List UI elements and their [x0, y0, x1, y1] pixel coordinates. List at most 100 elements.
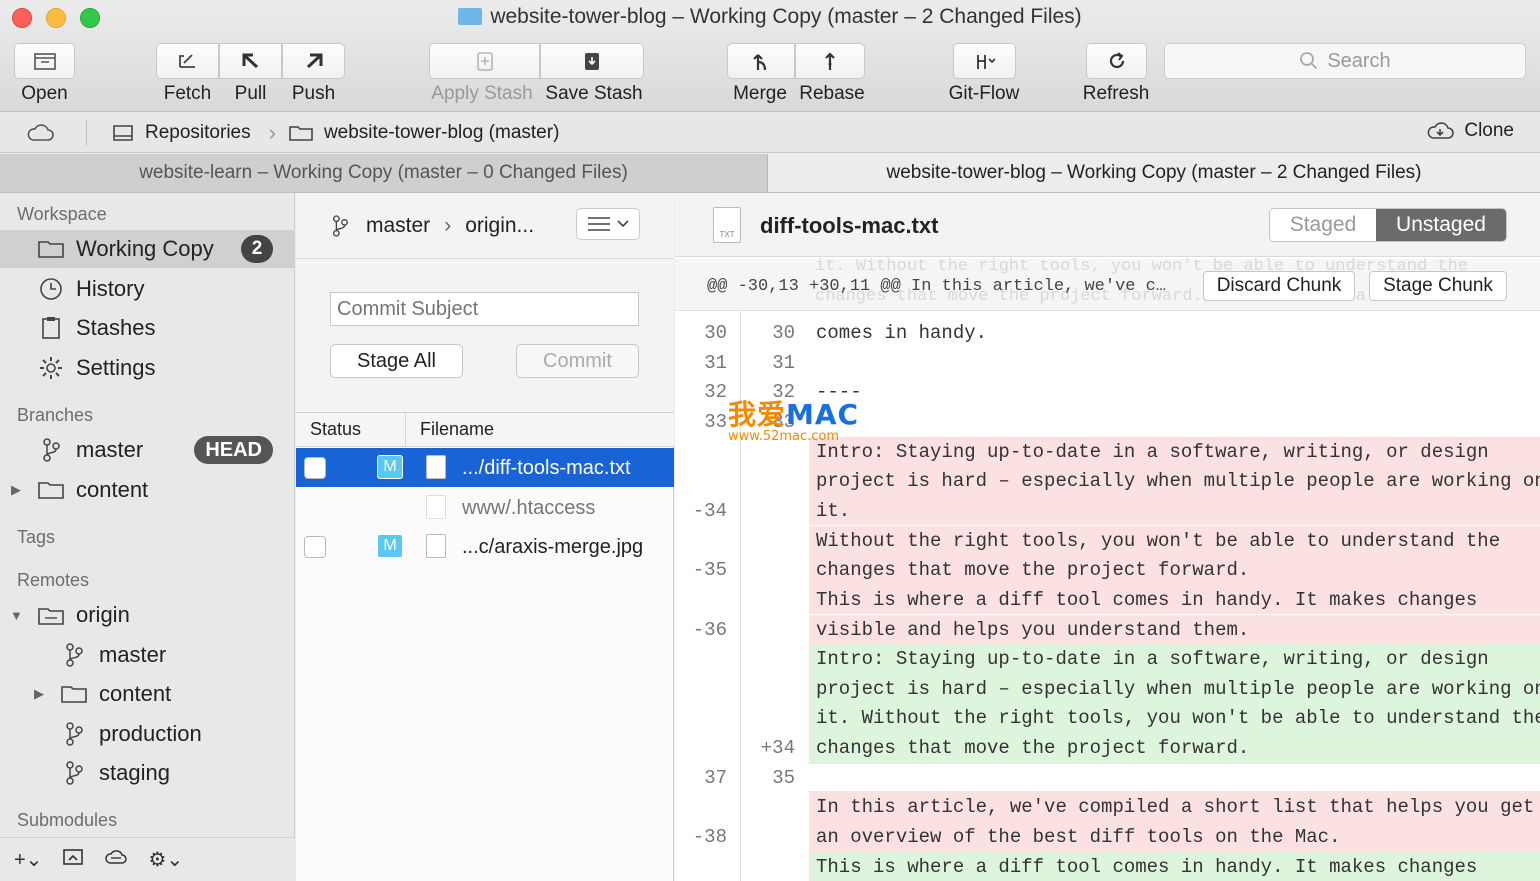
breadcrumb-chevron-icon: ›: [268, 119, 276, 145]
diff-line[interactable]: -36 visible and helps you understand them…: [675, 614, 1540, 645]
new-line-number: 31: [772, 351, 795, 374]
diff-line[interactable]: it. Without the right tools, you won't b…: [675, 703, 1540, 734]
line-text: project is hard – especially when multip…: [816, 677, 1540, 700]
stage-checkbox[interactable]: [304, 457, 326, 479]
sidebar-item-branch-master[interactable]: master HEAD: [0, 431, 295, 469]
cloud-icon[interactable]: [26, 123, 64, 143]
diff-line[interactable]: 30 30 comes in handy.: [675, 318, 1540, 348]
sidebar-item-history[interactable]: History: [0, 270, 295, 308]
unstaged-tab[interactable]: Unstaged: [1376, 209, 1506, 241]
branches-header: Branches: [17, 405, 94, 425]
diff-line[interactable]: +34 changes that move the project forward…: [675, 733, 1540, 763]
line-text: visible and helps you understand them.: [816, 618, 1250, 641]
search-placeholder: Search: [1327, 49, 1391, 72]
staged-tab[interactable]: Staged: [1270, 209, 1376, 241]
apply-stash-label: Apply Stash: [431, 83, 533, 104]
rebase-button[interactable]: [795, 43, 865, 79]
sidebar-item-stashes[interactable]: Stashes: [0, 309, 295, 347]
list-icon: [588, 217, 610, 231]
diff-line[interactable]: -34 it.: [675, 495, 1540, 526]
clone-button[interactable]: Clone: [1426, 120, 1514, 142]
current-branch: master: [366, 213, 431, 237]
file-list-header: Status Filename: [296, 413, 674, 447]
line-text: it.: [816, 499, 851, 522]
diff-line[interactable]: Without the right tools, you won't be ab…: [675, 525, 1540, 556]
push-button[interactable]: [282, 43, 345, 79]
branch-icon: [59, 721, 89, 747]
view-options-button[interactable]: [576, 208, 640, 240]
diff-line[interactable]: project is hard – especially when multip…: [675, 466, 1540, 496]
sidebar-item-remote-staging[interactable]: staging: [0, 754, 295, 792]
line-text: In this article, we've compiled a short …: [816, 796, 1535, 819]
column-divider[interactable]: [405, 413, 406, 447]
merge-button[interactable]: [727, 43, 795, 79]
window-title-text: website-tower-blog – Working Copy (maste…: [490, 5, 1082, 28]
breadcrumb-repositories-label: Repositories: [145, 121, 251, 143]
diff-file-name: diff-tools-mac.txt: [760, 213, 939, 238]
diff-line[interactable]: project is hard – especially when multip…: [675, 673, 1540, 704]
breadcrumb-repo[interactable]: website-tower-blog (master): [288, 122, 559, 144]
save-stash-button[interactable]: [540, 43, 644, 79]
line-text: Intro: Staying up-to-date in a software,…: [816, 648, 1489, 671]
clock-icon: [36, 276, 66, 302]
staged-unstaged-toggle: Staged Unstaged: [1269, 208, 1507, 242]
discard-chunk-button[interactable]: Discard Chunk: [1203, 271, 1355, 301]
chevron-right-icon: ›: [444, 213, 452, 237]
sidebar-item-label: master: [76, 437, 144, 462]
file-row[interactable]: M .../diff-tools-mac.txt: [296, 448, 674, 487]
branch-header: master › origin...: [296, 193, 674, 259]
stage-chunk-button[interactable]: Stage Chunk: [1369, 271, 1507, 301]
sidebar-item-settings[interactable]: Settings: [0, 349, 295, 387]
branch-icon: [59, 760, 89, 786]
refresh-button[interactable]: [1086, 43, 1147, 79]
status-column-header[interactable]: Status: [310, 419, 361, 440]
folder-icon: [289, 125, 313, 141]
sidebar-item-label: Stashes: [76, 315, 156, 340]
workspace-header: Workspace: [17, 204, 107, 224]
diff-line[interactable]: Intro: Staying up-to-date in a software,…: [675, 644, 1540, 674]
add-menu-icon[interactable]: +⌄: [14, 847, 42, 872]
search-field[interactable]: Search: [1164, 43, 1526, 79]
line-text: comes in handy.: [816, 322, 988, 344]
diff-line[interactable]: -35 changes that move the project forward…: [675, 555, 1540, 585]
disclosure-right-icon[interactable]: ▶: [33, 686, 45, 702]
open-button[interactable]: [14, 43, 75, 79]
stage-all-button[interactable]: Stage All: [330, 344, 463, 378]
sidebar-item-remote-origin[interactable]: ▼ origin: [0, 596, 295, 634]
gear-menu-icon[interactable]: ⚙⌄: [148, 847, 183, 872]
file-row[interactable]: www/.htaccess: [296, 488, 674, 527]
disclosure-down-icon[interactable]: ▼: [10, 608, 23, 623]
breadcrumb-repo-label: website-tower-blog (master): [323, 121, 560, 143]
sidebar-item-remote-production[interactable]: production: [0, 715, 295, 753]
diff-line[interactable]: 37 35: [675, 762, 1540, 793]
stage-checkbox[interactable]: [304, 536, 326, 558]
diff-line[interactable]: In this article, we've compiled a short …: [675, 792, 1540, 822]
tags-header: Tags: [17, 527, 56, 547]
commit-button[interactable]: Commit: [516, 344, 639, 378]
sidebar-item-remote-master[interactable]: master: [0, 636, 295, 674]
disclosure-right-icon[interactable]: ▶: [10, 482, 22, 498]
fetch-button[interactable]: [156, 43, 219, 79]
file-row[interactable]: M ...c/araxis-merge.jpg: [296, 527, 674, 566]
diff-line[interactable]: This is where a diff tool comes in handy…: [675, 584, 1540, 615]
sidebar-item-working-copy[interactable]: Working Copy 2: [0, 230, 295, 268]
rebase-icon: [825, 52, 835, 70]
rebase-label: Rebase: [799, 83, 865, 104]
apply-stash-button[interactable]: [429, 43, 540, 79]
diff-line[interactable]: -38 an overview of the best diff tools on…: [675, 822, 1540, 852]
hide-sidebar-icon[interactable]: [62, 847, 84, 873]
breadcrumb-repositories[interactable]: Repositories: [111, 122, 251, 144]
diff-line[interactable]: 31 31: [675, 348, 1540, 378]
pull-button[interactable]: [219, 43, 282, 79]
tab-website-learn[interactable]: website-learn – Working Copy (master – 0…: [0, 154, 768, 192]
sidebar-item-remote-content[interactable]: ▶ content: [0, 675, 295, 713]
gitflow-button[interactable]: [953, 43, 1016, 79]
diff-line[interactable]: This is where a diff tool comes in handy…: [675, 851, 1540, 881]
tab-website-tower-blog[interactable]: website-tower-blog – Working Copy (maste…: [768, 154, 1540, 192]
sidebar-item-label: production: [99, 721, 202, 746]
filename-column-header[interactable]: Filename: [420, 419, 494, 440]
stash-icon[interactable]: [104, 847, 128, 873]
sidebar-item-branch-content[interactable]: ▶ content: [0, 471, 295, 509]
commit-subject-input[interactable]: [330, 292, 639, 326]
merge-label: Merge: [733, 83, 787, 104]
